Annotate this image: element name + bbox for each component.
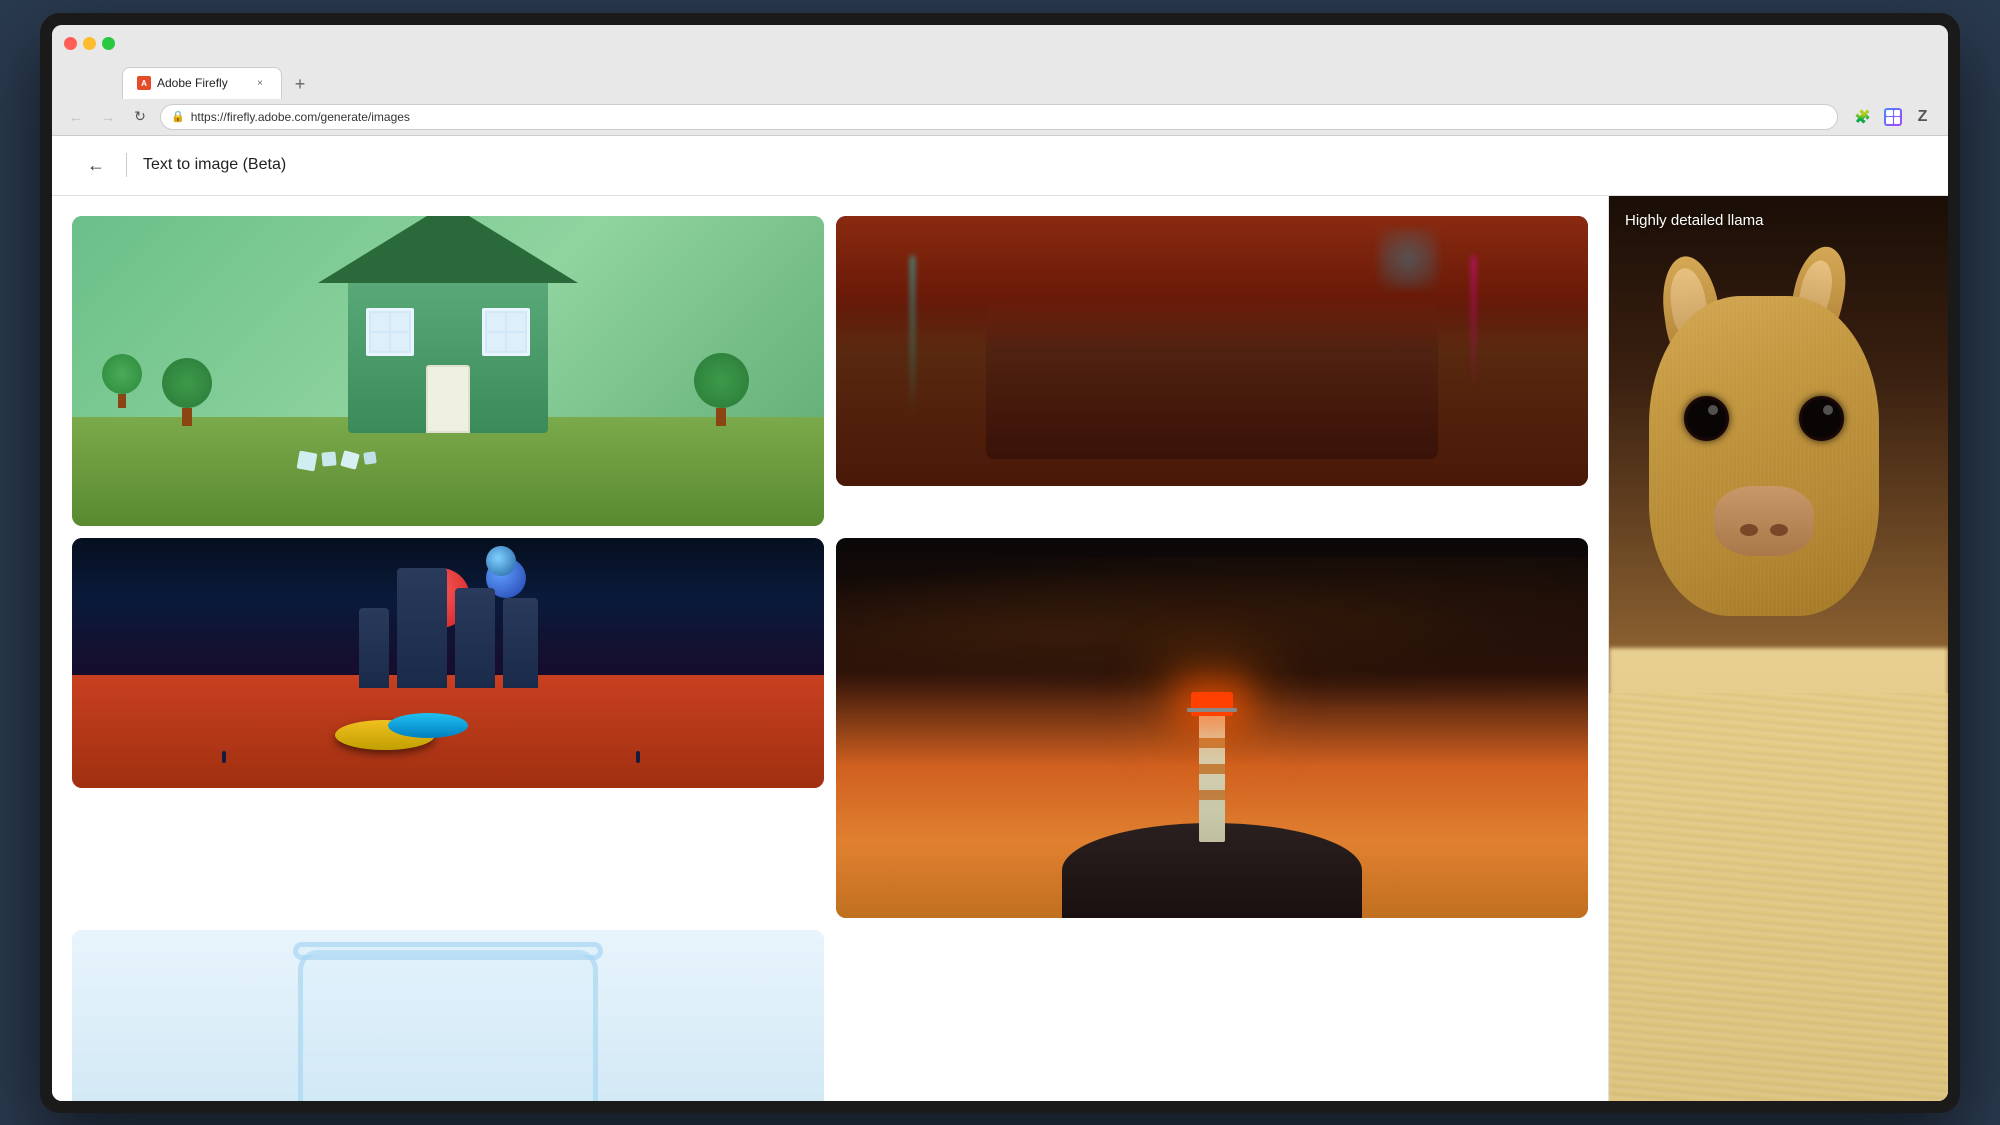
image-card-lighthouse[interactable]: [836, 538, 1588, 918]
building: [503, 598, 538, 688]
main-gallery: [52, 196, 1608, 1101]
page-content: ← Text to image (Beta): [52, 136, 1948, 1101]
tab-bar: A Adobe Firefly × +: [52, 63, 1948, 99]
house-scene: [72, 216, 824, 526]
menu-button[interactable]: Z: [1910, 104, 1936, 130]
building: [455, 588, 495, 688]
title-bar: [52, 25, 1948, 63]
address-bar[interactable]: 🔒 https://firefly.adobe.com/generate/ima…: [160, 104, 1838, 130]
tab-close-button[interactable]: ×: [253, 76, 267, 90]
image-card-house[interactable]: [72, 216, 824, 526]
browser-chrome: A Adobe Firefly × + ← → ↻ 🔒 https://fire…: [52, 25, 1948, 136]
back-button[interactable]: ←: [82, 151, 110, 179]
tab-title: Adobe Firefly: [157, 76, 247, 90]
browser-tab[interactable]: A Adobe Firefly ×: [122, 67, 282, 99]
building: [397, 568, 447, 688]
building: [359, 608, 389, 688]
forward-nav-button[interactable]: →: [96, 105, 120, 129]
llama-image: Highly detailed llama: [1609, 196, 1948, 1101]
laptop-frame: A Adobe Firefly × + ← → ↻ 🔒 https://fire…: [40, 13, 1960, 1113]
traffic-lights: [64, 37, 115, 50]
new-tab-button[interactable]: +: [286, 71, 314, 99]
profile-button[interactable]: [1880, 104, 1906, 130]
refresh-button[interactable]: ↻: [128, 105, 152, 129]
tab-favicon: A: [137, 76, 151, 90]
fullscreen-traffic-light[interactable]: [102, 37, 115, 50]
browser-window: A Adobe Firefly × + ← → ↻ 🔒 https://fire…: [52, 25, 1948, 1101]
llama-label: Highly detailed llama: [1625, 212, 1763, 229]
side-panel: Highly detailed llama: [1608, 196, 1948, 1101]
extensions-button[interactable]: 🧩: [1850, 104, 1876, 130]
browser-actions: 🧩 Z: [1850, 104, 1936, 130]
back-nav-button[interactable]: ←: [64, 105, 88, 129]
image-card-terrarium[interactable]: [72, 930, 824, 1101]
puzzle-icon: 🧩: [1855, 109, 1871, 125]
address-bar-row: ← → ↻ 🔒 https://firefly.adobe.com/genera…: [52, 99, 1948, 135]
close-traffic-light[interactable]: [64, 37, 77, 50]
lock-icon: 🔒: [171, 110, 185, 123]
gallery-container: Highly detailed llama: [52, 196, 1948, 1101]
title-divider: [126, 153, 127, 177]
scifi-buildings: [72, 568, 824, 688]
page-title: Text to image (Beta): [143, 156, 286, 174]
page-header: ← Text to image (Beta): [52, 136, 1948, 196]
minimize-traffic-light[interactable]: [83, 37, 96, 50]
image-card-scifi[interactable]: [72, 538, 824, 788]
back-arrow-icon: ←: [87, 155, 105, 176]
url-text: https://firefly.adobe.com/generate/image…: [191, 110, 410, 124]
image-card-cyberpunk[interactable]: [836, 216, 1588, 486]
